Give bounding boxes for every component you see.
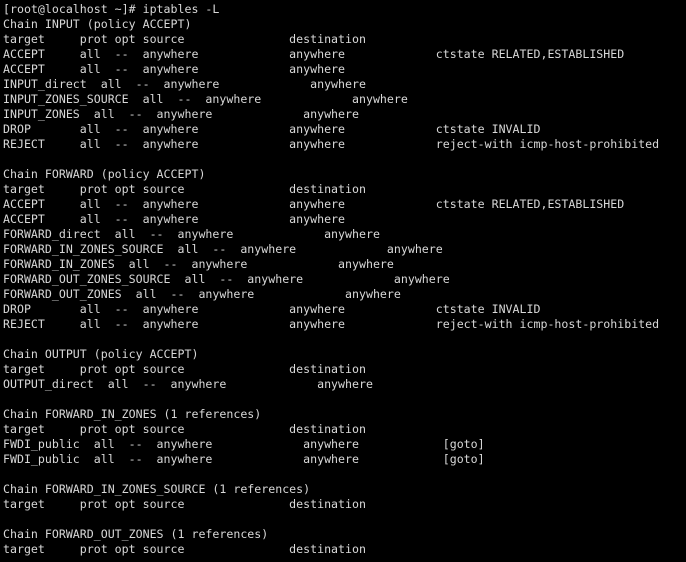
terminal-line: FORWARD_direct all -- anywhere anywhere: [3, 227, 380, 241]
terminal-line: FORWARD_OUT_ZONES_SOURCE all -- anywhere…: [3, 272, 450, 286]
terminal-line: target prot opt source destination: [3, 362, 366, 376]
terminal-line: INPUT_ZONES_SOURCE all -- anywhere anywh…: [3, 92, 408, 106]
terminal-line: target prot opt source destination: [3, 422, 366, 436]
terminal-line: FWDI_public all -- anywhere anywhere [go…: [3, 452, 485, 466]
terminal-line: target prot opt source destination: [3, 497, 366, 511]
terminal-line: Chain FORWARD_IN_ZONES_SOURCE (1 referen…: [3, 482, 311, 496]
terminal-line: Chain INPUT (policy ACCEPT): [3, 17, 192, 31]
terminal-line: ACCEPT all -- anywhere anywhere: [3, 62, 346, 76]
terminal-line: INPUT_ZONES all -- anywhere anywhere: [3, 107, 359, 121]
terminal-line: FWDI_public all -- anywhere anywhere [go…: [3, 437, 485, 451]
terminal-line: FORWARD_IN_ZONES_SOURCE all -- anywhere …: [3, 242, 443, 256]
terminal-line: Chain FORWARD_OUT_ZONES (1 references): [3, 527, 269, 541]
terminal-line: ACCEPT all -- anywhere anywhere ctstate …: [3, 47, 625, 61]
terminal-line: OUTPUT_direct all -- anywhere anywhere: [3, 377, 373, 391]
terminal-line: target prot opt source destination: [3, 182, 366, 196]
command-prompt-line: [root@localhost ~]# iptables -L: [3, 2, 220, 16]
terminal-line: FORWARD_OUT_ZONES all -- anywhere anywhe…: [3, 287, 401, 301]
terminal-line: ACCEPT all -- anywhere anywhere: [3, 212, 346, 226]
terminal-line: ACCEPT all -- anywhere anywhere ctstate …: [3, 197, 625, 211]
terminal-line: Chain OUTPUT (policy ACCEPT): [3, 347, 199, 361]
terminal-output[interactable]: [root@localhost ~]# iptables -L Chain INP…: [0, 0, 686, 562]
terminal-line: INPUT_direct all -- anywhere anywhere: [3, 77, 366, 91]
terminal-line: FORWARD_IN_ZONES all -- anywhere anywher…: [3, 257, 394, 271]
terminal-line: Chain FORWARD_IN_ZONES (1 references): [3, 407, 262, 421]
terminal-line: target prot opt source destination: [3, 32, 366, 46]
terminal-line: target prot opt source destination: [3, 542, 366, 556]
terminal-line: REJECT all -- anywhere anywhere reject-w…: [3, 317, 660, 331]
terminal-line: DROP all -- anywhere anywhere ctstate IN…: [3, 122, 541, 136]
terminal-line: Chain FORWARD (policy ACCEPT): [3, 167, 206, 181]
terminal-line: REJECT all -- anywhere anywhere reject-w…: [3, 137, 660, 151]
terminal-line: DROP all -- anywhere anywhere ctstate IN…: [3, 302, 541, 316]
